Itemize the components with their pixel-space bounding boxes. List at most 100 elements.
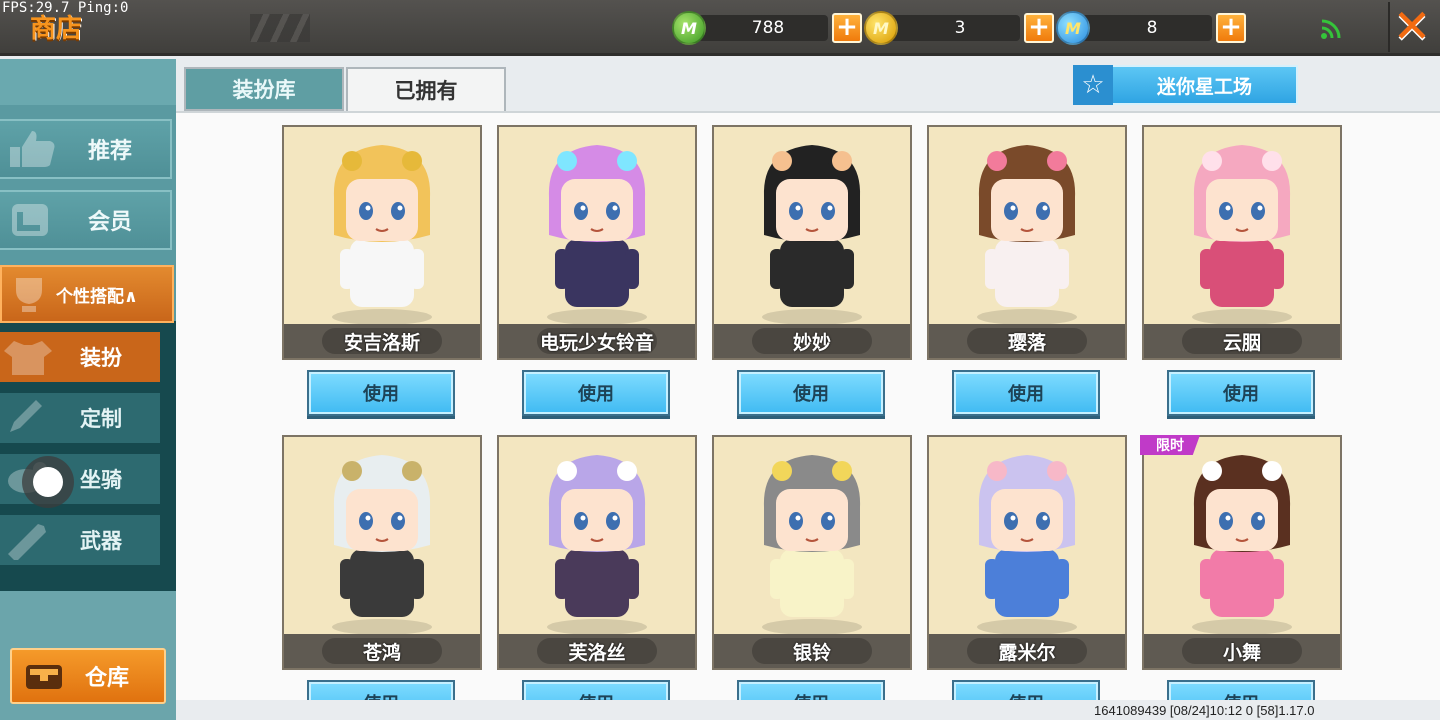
close-button[interactable]: ✕ bbox=[1388, 2, 1434, 52]
add-currency-button[interactable]: + bbox=[1024, 13, 1054, 43]
skin-name-bar: 苍鸿 bbox=[284, 634, 480, 668]
skin-name: 电玩少女铃音 bbox=[539, 331, 654, 354]
sidebar-item-label: 定制 bbox=[80, 407, 122, 431]
character-portrait bbox=[1192, 455, 1292, 635]
skin-name-bar: 小舞 bbox=[1144, 634, 1340, 668]
warehouse-button[interactable]: 仓库 bbox=[10, 648, 166, 704]
skin-name: 露米尔 bbox=[998, 641, 1056, 664]
skin-name-bar: 银铃 bbox=[714, 634, 910, 668]
skin-name: 妙妙 bbox=[792, 331, 831, 354]
skin-name: 小舞 bbox=[1222, 641, 1261, 664]
character-portrait bbox=[547, 145, 647, 325]
skin-card[interactable]: 银铃 bbox=[712, 435, 912, 670]
sidebar-item-recommend[interactable]: 推荐 bbox=[0, 119, 172, 179]
skin-card[interactable]: 电玩少女铃音 bbox=[497, 125, 697, 360]
currency-amount: 8 bbox=[1082, 15, 1212, 41]
floating-assist-button[interactable] bbox=[22, 456, 74, 508]
sidebar-item-member[interactable]: 会员 bbox=[0, 190, 172, 250]
category-label: 个性搭配∧ bbox=[56, 286, 138, 307]
sidebar-item-dressup[interactable]: 装扮 bbox=[0, 332, 160, 382]
pencil-icon bbox=[10, 400, 42, 432]
character-portrait bbox=[762, 145, 862, 325]
use-skin-button[interactable]: 使用 bbox=[952, 370, 1100, 416]
skin-name: 云胭 bbox=[1222, 331, 1261, 354]
build-info: 1641089439 [08/24]10:12 0 [58]1.17.0 bbox=[1094, 703, 1315, 718]
mini-workshop-label: 迷你星工场 bbox=[1156, 75, 1252, 98]
decorative-stripes bbox=[250, 14, 310, 42]
use-skin-button[interactable]: 使用 bbox=[1167, 370, 1315, 416]
weapon-icon bbox=[8, 524, 46, 560]
sidebar-item-customize[interactable]: 定制 bbox=[0, 393, 160, 443]
skin-card[interactable]: 璎落 bbox=[927, 125, 1127, 360]
character-portrait bbox=[762, 455, 862, 635]
skin-card[interactable]: 云胭 bbox=[1142, 125, 1342, 360]
blue-m-coin-icon: M bbox=[1056, 11, 1090, 45]
trophy-icon bbox=[16, 278, 42, 312]
use-skin-button[interactable]: 使用 bbox=[737, 370, 885, 416]
member-icon bbox=[12, 204, 48, 236]
sidebar-item-weapon[interactable]: 武器 bbox=[0, 515, 160, 565]
thumbs-up-icon bbox=[10, 131, 55, 167]
character-portrait bbox=[332, 455, 432, 635]
character-portrait bbox=[332, 145, 432, 325]
skin-card[interactable]: 露米尔 bbox=[927, 435, 1127, 670]
star-icon: ☆ bbox=[1073, 65, 1113, 105]
limited-badge: 限时 bbox=[1140, 435, 1200, 455]
currency-gold: M 3 + bbox=[864, 10, 1054, 46]
character-portrait bbox=[1192, 145, 1292, 325]
sidebar-item-label: 武器 bbox=[80, 529, 122, 553]
skin-name: 安吉洛斯 bbox=[343, 331, 420, 354]
character-portrait bbox=[977, 145, 1077, 325]
skin-name-bar: 云胭 bbox=[1144, 324, 1340, 358]
skin-name-bar: 安吉洛斯 bbox=[284, 324, 480, 358]
category-personal-style[interactable]: 个性搭配∧ bbox=[0, 265, 174, 323]
skin-name-bar: 露米尔 bbox=[929, 634, 1125, 668]
skin-name-bar: 璎落 bbox=[929, 324, 1125, 358]
skin-card[interactable]: 限时小舞 bbox=[1140, 435, 1342, 670]
sidebar-item-label: 推荐 bbox=[87, 139, 132, 164]
currency-amount: 3 bbox=[890, 15, 1020, 41]
skin-name: 璎落 bbox=[1007, 331, 1046, 354]
chest-icon bbox=[26, 665, 62, 689]
add-currency-button[interactable]: + bbox=[832, 13, 862, 43]
sidebar-item-label: 装扮 bbox=[80, 346, 122, 370]
skin-name: 银铃 bbox=[792, 641, 831, 664]
mini-workshop-button[interactable]: ☆ 迷你星工场 bbox=[1073, 65, 1298, 105]
tab-skin-library[interactable]: 装扮库 bbox=[184, 67, 344, 111]
page-title: 商店 bbox=[30, 14, 83, 44]
skin-name-bar: 电玩少女铃音 bbox=[499, 324, 695, 358]
sidebar-header bbox=[0, 59, 176, 105]
skin-name: 苍鸿 bbox=[362, 641, 401, 664]
sidebar-item-label: 会员 bbox=[87, 210, 132, 235]
skin-card[interactable]: 苍鸿 bbox=[282, 435, 482, 670]
tab-owned[interactable]: 已拥有 bbox=[346, 67, 506, 111]
currency-green: M 788 + bbox=[672, 10, 862, 46]
shirt-icon bbox=[4, 341, 52, 375]
skin-name-bar: 妙妙 bbox=[714, 324, 910, 358]
use-skin-button[interactable]: 使用 bbox=[307, 370, 455, 416]
skin-name: 芙洛丝 bbox=[568, 641, 626, 664]
character-portrait bbox=[977, 455, 1077, 635]
add-currency-button[interactable]: + bbox=[1216, 13, 1246, 43]
skin-name-bar: 芙洛丝 bbox=[499, 634, 695, 668]
signal-icon bbox=[1321, 19, 1341, 39]
skin-card[interactable]: 安吉洛斯 bbox=[282, 125, 482, 360]
gold-m-coin-icon: M bbox=[864, 11, 898, 45]
skin-grid: 安吉洛斯使用电玩少女铃音使用妙妙使用璎落使用云胭使用苍鸿使用芙洛丝使用银铃使用露… bbox=[176, 111, 1440, 700]
green-m-coin-icon: M bbox=[672, 11, 706, 45]
use-skin-button[interactable]: 使用 bbox=[307, 680, 455, 700]
skin-card[interactable]: 芙洛丝 bbox=[497, 435, 697, 670]
currency-blue: M 8 + bbox=[1056, 10, 1246, 46]
currency-amount: 788 bbox=[698, 15, 828, 41]
skin-card[interactable]: 妙妙 bbox=[712, 125, 912, 360]
sidebar: 推荐 会员 个性搭配∧ 装扮 定制 坐骑 武器 仓库 bbox=[0, 59, 176, 720]
use-skin-button[interactable]: 使用 bbox=[737, 680, 885, 700]
warehouse-label: 仓库 bbox=[84, 666, 129, 691]
use-skin-button[interactable]: 使用 bbox=[522, 370, 670, 416]
use-skin-button[interactable]: 使用 bbox=[952, 680, 1100, 700]
top-bar: FPS:29.7 Ping:0 商店 M 788 + M 3 + M 8 + ✕ bbox=[0, 0, 1440, 56]
use-skin-button[interactable]: 使用 bbox=[1167, 680, 1315, 700]
use-skin-button[interactable]: 使用 bbox=[522, 680, 670, 700]
character-portrait bbox=[547, 455, 647, 635]
tab-bar: 装扮库 已拥有 ☆ 迷你星工场 bbox=[176, 59, 1440, 111]
